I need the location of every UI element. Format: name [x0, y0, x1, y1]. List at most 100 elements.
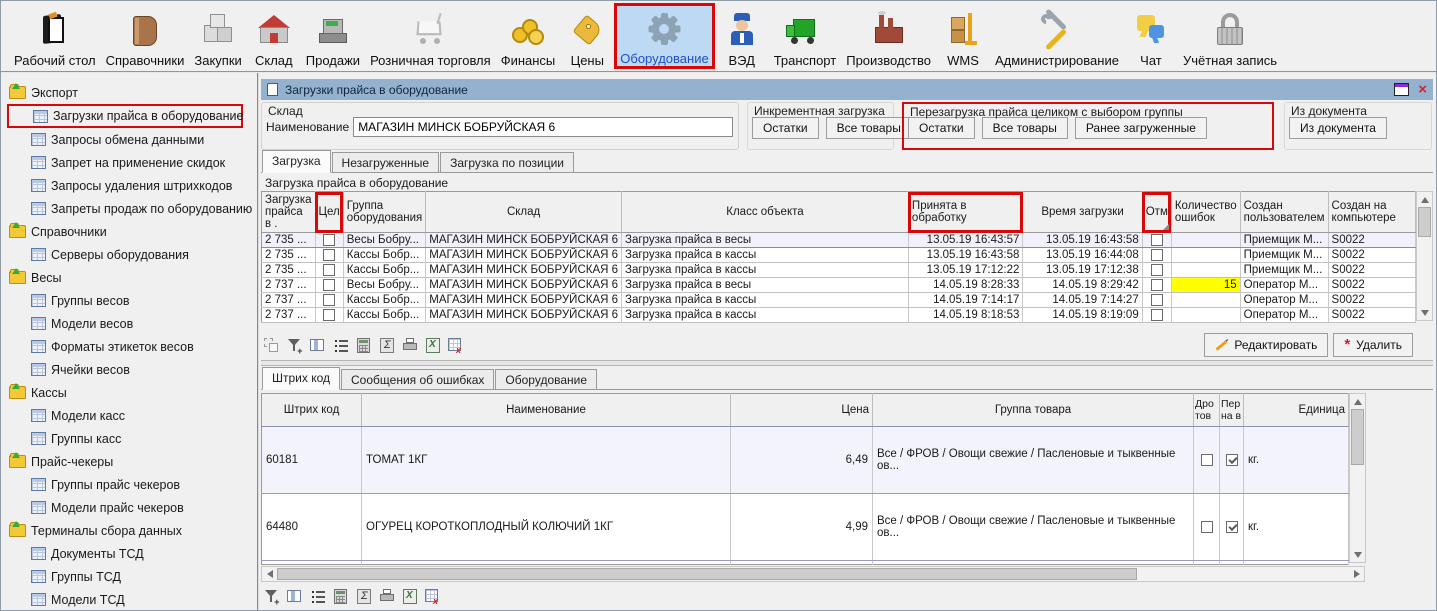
transfer-checkbox[interactable] — [1226, 521, 1238, 533]
otm-checkbox[interactable] — [1151, 279, 1163, 291]
toolbar-item-desktop[interactable]: Рабочий стол — [9, 3, 101, 69]
delete-button[interactable]: *Удалить — [1333, 333, 1413, 357]
warehouse-name-input[interactable] — [353, 117, 733, 137]
calculator-icon[interactable] — [355, 337, 373, 354]
toolbar-item-finance[interactable]: Финансы — [496, 3, 561, 69]
otm-checkbox[interactable] — [1151, 264, 1163, 276]
sidebar-item-tsd-models[interactable]: Модели ТСД — [7, 588, 257, 610]
col-created-by-user[interactable]: Создан пользователем — [1240, 192, 1328, 233]
sidebar-item-data-exchange[interactable]: Запросы обмена данными — [7, 128, 257, 151]
cel-checkbox[interactable] — [323, 234, 335, 246]
table-row[interactable]: 2 737 ... Весы Бобру...МАГАЗИН МИНСК БОБ… — [262, 278, 1416, 293]
restore-window-icon[interactable] — [1394, 83, 1409, 96]
sidebar-item-sales-ban[interactable]: Запреты продаж по оборудованию — [7, 197, 257, 220]
excel-export-icon[interactable]: X — [424, 337, 442, 354]
sidebar-folder-tsd[interactable]: Терминалы сбора данных — [7, 519, 257, 542]
tab-barcode[interactable]: Штрих код — [262, 367, 340, 390]
sum-sigma-icon[interactable]: Σ — [378, 337, 396, 354]
columns-icon[interactable] — [309, 337, 327, 354]
sidebar-item-barcode-delete[interactable]: Запросы удаления штрихкодов — [7, 174, 257, 197]
sidebar-item-cash-groups[interactable]: Группы касс — [7, 427, 257, 450]
sidebar-item-scale-models[interactable]: Модели весов — [7, 312, 257, 335]
sidebar-item-cash-models[interactable]: Модели касс — [7, 404, 257, 427]
scroll-up-icon[interactable] — [1417, 192, 1432, 207]
sidebar-item-equipment-servers[interactable]: Серверы оборудования — [7, 243, 257, 266]
cel-checkbox[interactable] — [323, 294, 335, 306]
sidebar-folder-scales[interactable]: Весы — [7, 266, 257, 289]
scrollbar-thumb[interactable] — [1418, 207, 1431, 237]
sidebar-item-scale-groups[interactable]: Группы весов — [7, 289, 257, 312]
sidebar-folder-cash-registers[interactable]: Кассы — [7, 381, 257, 404]
col-created-on-computer[interactable]: Создан на компьютере — [1328, 192, 1415, 233]
col-accepted-highlighted[interactable]: Принята в обработку — [908, 192, 1022, 233]
horizontal-splitter[interactable] — [261, 360, 1433, 366]
columns-icon[interactable] — [286, 588, 304, 605]
tab-load[interactable]: Загрузка — [262, 150, 331, 173]
col-price[interactable]: Цена — [731, 394, 873, 427]
cel-checkbox[interactable] — [323, 264, 335, 276]
scroll-left-icon[interactable] — [262, 567, 277, 582]
sidebar-item-tsd-documents[interactable]: Документы ТСД — [7, 542, 257, 565]
otm-checkbox[interactable] — [1151, 309, 1163, 321]
scroll-down-icon[interactable] — [1350, 547, 1365, 562]
reload-ostatki-button[interactable]: Остатки — [908, 117, 975, 139]
filter-icon[interactable]: + — [286, 337, 304, 354]
excel-export-icon[interactable]: X — [401, 588, 419, 605]
col-warehouse[interactable]: Склад — [426, 192, 622, 233]
toolbar-item-chat[interactable]: Чат — [1124, 3, 1178, 69]
from-document-button[interactable]: Из документа — [1289, 117, 1387, 139]
toolbar-item-administration[interactable]: Администрирование — [990, 3, 1124, 69]
col-barcode[interactable]: Штрих код — [262, 394, 362, 427]
toolbar-item-warehouse[interactable]: Склад — [247, 3, 301, 69]
cel-checkbox[interactable] — [323, 309, 335, 321]
edit-button[interactable]: Редактировать — [1204, 333, 1328, 357]
copy-grid-icon[interactable] — [263, 337, 281, 354]
sidebar-folder-export[interactable]: Экспорт — [7, 81, 257, 104]
toolbar-item-ved[interactable]: ВЭД — [715, 3, 769, 69]
toolbar-item-directories[interactable]: Справочники — [101, 3, 190, 69]
table-row[interactable]: 2 737 ... Кассы Бобр...МАГАЗИН МИНСК БОБ… — [262, 293, 1416, 308]
printer-icon[interactable] — [378, 588, 396, 605]
main-table-scrollbar[interactable] — [1416, 191, 1433, 321]
col-cel-highlighted[interactable]: Цел — [315, 192, 343, 233]
fractional-goods-checkbox[interactable] — [1201, 521, 1213, 533]
table-row[interactable]: 60181 ТОМАТ 1КГ 6,49 Все / ФРОВ / Овощи … — [262, 427, 1349, 494]
scrollbar-thumb[interactable] — [1351, 409, 1364, 465]
calculator-icon[interactable] — [332, 588, 350, 605]
col-unit[interactable]: Единица — [1244, 394, 1349, 427]
table-row[interactable]: 2 735 ... Кассы Бобр...МАГАЗИН МИНСК БОБ… — [262, 263, 1416, 278]
sidebar-item-tsd-groups[interactable]: Группы ТСД — [7, 565, 257, 588]
sum-sigma-icon[interactable]: Σ — [355, 588, 373, 605]
tab-not-loaded[interactable]: Незагруженные — [332, 152, 440, 172]
sidebar-item-discount-ban[interactable]: Запрет на применение скидок — [7, 151, 257, 174]
toolbar-item-prices[interactable]: Цены — [560, 3, 614, 69]
toolbar-item-wms[interactable]: WMS — [936, 3, 990, 69]
col-per[interactable]: Пер на в — [1220, 394, 1244, 427]
reload-all-goods-button[interactable]: Все товары — [982, 117, 1068, 139]
toolbar-item-retail[interactable]: Розничная торговля — [365, 3, 496, 69]
horizontal-scrollbar[interactable] — [261, 566, 1365, 582]
table-row[interactable]: 2 735 ... Весы Бобру...МАГАЗИН МИНСК БОБ… — [262, 233, 1416, 248]
incremental-ostatki-button[interactable]: Остатки — [752, 117, 819, 139]
tab-error-messages[interactable]: Сообщения об ошибках — [341, 369, 494, 389]
printer-icon[interactable] — [401, 337, 419, 354]
sidebar-folder-directories[interactable]: Справочники — [7, 220, 257, 243]
cel-checkbox[interactable] — [323, 279, 335, 291]
transfer-checkbox[interactable] — [1226, 454, 1238, 466]
delete-table-icon[interactable]: x — [424, 588, 442, 605]
toolbar-item-sales[interactable]: Продажи — [301, 3, 365, 69]
scroll-right-icon[interactable] — [1349, 567, 1364, 582]
toolbar-item-production[interactable]: Производство — [841, 3, 936, 69]
sidebar-folder-price-checkers[interactable]: Прайс-чекеры — [7, 450, 257, 473]
col-dro[interactable]: Дро тов — [1194, 394, 1220, 427]
sidebar-item-scale-cells[interactable]: Ячейки весов — [7, 358, 257, 381]
close-icon[interactable]: × — [1418, 83, 1427, 96]
toolbar-item-purchases[interactable]: Закупки — [189, 3, 246, 69]
sidebar-item-checker-models[interactable]: Модели прайс чекеров — [7, 496, 257, 519]
barcode-table-scrollbar[interactable] — [1349, 393, 1366, 563]
col-name[interactable]: Наименование — [362, 394, 731, 427]
reload-previously-loaded-button[interactable]: Ранее загруженные — [1075, 117, 1207, 139]
col-object-class[interactable]: Класс объекта — [622, 192, 909, 233]
tab-load-by-position[interactable]: Загрузка по позиции — [440, 152, 574, 172]
cel-checkbox[interactable] — [323, 249, 335, 261]
